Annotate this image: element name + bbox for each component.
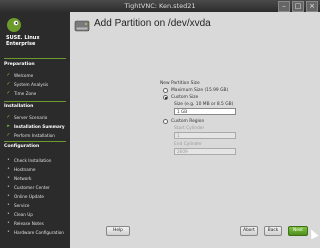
step-label: Time Zone [14,90,37,96]
maximize-button[interactable]: □ [292,1,304,12]
brand-line-2: Enterprise [6,41,36,47]
step-label: Perform Installation [14,132,55,138]
custom-region-radio[interactable] [163,119,168,124]
back-button[interactable]: Back [264,226,282,236]
step-customer-center: • Customer Center [6,184,50,190]
step-clean-up: • Clean Up [6,211,33,217]
step-label: System Analysis [14,81,49,87]
end-cylinder-label: End Cylinder [174,142,202,147]
page-title: Add Partition on /dev/xvda [94,18,211,29]
minimize-button[interactable]: – [278,1,290,12]
max-size-radio[interactable] [163,88,168,93]
sidebar-divider [4,101,66,102]
start-cylinder-label: Start Cylinder [174,126,205,131]
sidebar-divider [4,58,66,59]
harddisk-icon [74,20,90,32]
bullet-icon: • [7,211,10,217]
check-icon: ✓ [6,72,11,78]
step-time-zone: ✓ Time Zone [6,90,36,96]
step-label: Customer Center [14,184,50,190]
section-preparation: Preparation [4,62,35,67]
size-input[interactable]: 1 GB [174,108,236,115]
sidebar-divider [4,141,66,142]
abort-button[interactable]: Abort [240,226,258,236]
bullet-icon: • [7,229,10,235]
bullet-icon: • [7,175,10,181]
size-hint-label: Size (e.g. 10 MB or 8.5 GB) [174,102,234,107]
section-configuration: Configuration [4,144,40,149]
step-label: Installation Summary [14,123,65,129]
custom-region-label: Custom Region [171,119,205,124]
section-installation: Installation [4,104,34,109]
step-system-analysis: ✓ System Analysis [6,81,48,87]
step-network: • Network [6,175,31,181]
bullet-icon: • [7,193,10,199]
current-arrow-icon: ▸ [7,123,10,129]
end-cylinder-input[interactable]: 2609 [174,148,236,155]
suse-logo-icon [7,18,21,32]
bullet-icon: • [7,166,10,172]
check-icon: ✓ [6,132,11,138]
check-icon: ✓ [6,90,11,96]
next-button[interactable]: Next [288,226,308,236]
custom-size-label: Custom Size [171,95,199,100]
bullet-icon: • [7,220,10,226]
step-service: • Service [6,202,29,208]
step-release-notes: • Release Notes [6,220,44,226]
bullet-icon: • [7,202,10,208]
check-icon: ✓ [6,81,11,87]
custom-size-radio[interactable] [163,95,168,100]
step-label: Server Scenario [14,114,48,120]
window-title: TightVNC: Ken.sted21 [124,2,196,10]
step-label: Check Installation [14,157,52,163]
step-label: Welcome [14,72,34,78]
step-label: Release Notes [14,220,44,226]
window-titlebar: TightVNC: Ken.sted21 – □ × [0,0,320,12]
step-hostname: • Hostname [6,166,35,172]
step-label: Online Update [14,193,45,199]
brand-name: SUSE. Linux Enterprise [6,35,40,47]
step-label: Network [14,175,32,181]
bullet-icon: • [7,184,10,190]
step-hardware-configuration: • Hardware Configuration [6,229,64,235]
check-icon: ✓ [6,114,11,120]
step-welcome: ✓ Welcome [6,72,33,78]
step-label: Clean Up [14,211,33,217]
main-panel: Add Partition on /dev/xvda New Partition… [70,12,320,248]
step-installation-summary: ▸ Installation Summary [6,123,65,129]
window-controls: – □ × [278,1,318,12]
step-server-scenario: ✓ Server Scenario [6,114,47,120]
step-online-update: • Online Update [6,193,44,199]
step-label: Hardware Configuration [14,229,64,235]
frame-title: New Partition Size [160,81,200,86]
start-cylinder-input[interactable]: 1 [174,132,236,139]
step-check-installation: • Check Installation [6,157,51,163]
step-label: Service [14,202,30,208]
help-button[interactable]: Help [106,226,130,236]
close-button[interactable]: × [306,1,318,12]
installer-sidebar: SUSE. Linux Enterprise Preparation ✓ Welc… [0,12,70,248]
bullet-icon: • [7,157,10,163]
step-perform-installation: ✓ Perform Installation [6,132,55,138]
max-size-label: Maximum Size (15.99 GB) [171,88,229,93]
step-label: Hostname [14,166,36,172]
